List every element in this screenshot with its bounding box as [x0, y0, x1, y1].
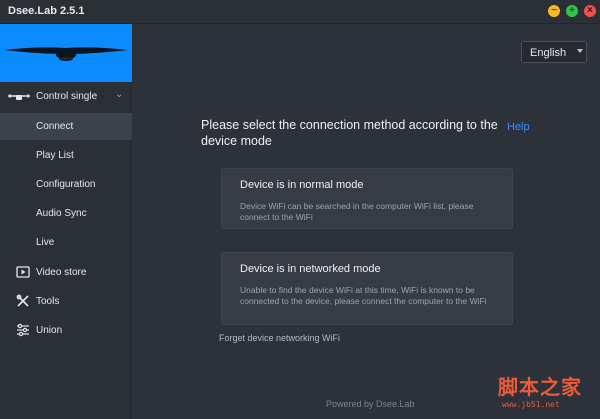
maximize-button[interactable]: +	[566, 5, 578, 17]
card-description: Device WiFi can be searched in the compu…	[240, 201, 474, 222]
sidebar-item-tools[interactable]: Tools	[0, 287, 132, 315]
page-heading: Please select the connection method acco…	[201, 118, 498, 148]
sidebar-item-label: Tools	[36, 296, 60, 307]
forget-wifi-link[interactable]: Forget device networking WiFi	[219, 333, 340, 343]
sidebar-group-control-single[interactable]: Control single ⌄	[0, 86, 132, 108]
sidebar-item-configuration[interactable]: Configuration	[0, 171, 132, 198]
sidebar-item-union[interactable]: Union	[0, 316, 132, 344]
sidebar-item-label: Audio Sync	[36, 208, 87, 219]
sidebar: Control single ⌄ Connect Play List Confi…	[0, 24, 132, 419]
sidebar-item-video-store[interactable]: Video store	[0, 258, 132, 286]
watermark-text: 脚本之家	[498, 375, 582, 399]
tools-icon	[16, 294, 29, 307]
chevron-down-icon: ⌄	[115, 89, 124, 100]
device-image	[4, 47, 128, 61]
sidebar-item-label: Connect	[36, 121, 74, 132]
sidebar-item-label: Union	[36, 325, 63, 336]
networked-mode-card[interactable]: Device is in networked mode Unable to fi…	[221, 252, 513, 325]
card-title: Device is in networked mode	[240, 263, 381, 275]
device-banner	[0, 24, 132, 82]
video-icon	[16, 266, 30, 278]
close-button[interactable]: ×	[584, 5, 596, 17]
sidebar-item-play-list[interactable]: Play List	[0, 142, 132, 169]
sidebar-item-label: Configuration	[36, 179, 96, 190]
sidebar-group-label: Control single	[36, 91, 98, 102]
caret-down-icon	[577, 49, 583, 53]
sidebar-item-connect[interactable]: Connect	[0, 113, 132, 140]
title-bar: Dsee.Lab 2.5.1 − + ×	[0, 0, 600, 24]
language-value: English	[530, 47, 567, 59]
card-description: Unable to find the device WiFi at this t…	[240, 285, 487, 306]
normal-mode-card[interactable]: Device is in normal mode Device WiFi can…	[221, 168, 513, 229]
minimize-button[interactable]: −	[548, 5, 560, 17]
watermark-url: www.jb51.net	[502, 400, 560, 409]
sliders-icon	[17, 323, 29, 337]
card-title: Device is in normal mode	[240, 179, 364, 191]
sidebar-item-label: Play List	[36, 150, 74, 161]
drone-icon	[8, 94, 30, 100]
help-link[interactable]: Help	[507, 121, 530, 133]
sidebar-item-audio-sync[interactable]: Audio Sync	[0, 200, 132, 227]
watermark: 脚本之家 www.jb51.net	[498, 371, 594, 413]
footer-text: Powered by Dsee.Lab	[326, 399, 415, 409]
language-select[interactable]: English	[521, 41, 587, 63]
app-title: Dsee.Lab 2.5.1	[8, 5, 85, 17]
sidebar-item-label: Video store	[36, 267, 87, 278]
sidebar-item-label: Live	[36, 237, 55, 248]
sidebar-item-live[interactable]: Live	[0, 229, 132, 256]
